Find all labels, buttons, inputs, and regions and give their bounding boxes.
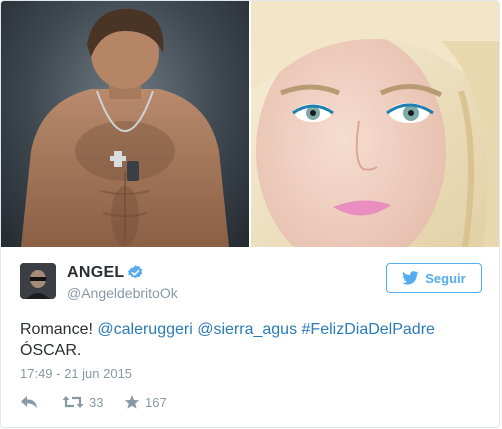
tweet-signature: ÓSCAR. xyxy=(20,342,82,359)
blonde-woman-image xyxy=(251,1,499,247)
author-name[interactable]: ANGEL xyxy=(67,264,125,282)
reply-icon xyxy=(21,396,37,408)
follow-button-label: Seguir xyxy=(425,270,466,286)
author-handle[interactable]: @AngeldebritoOk xyxy=(67,285,178,301)
hashtag-link[interactable]: #FelizDiaDelPadre xyxy=(302,321,435,338)
tweet-text-intro: Romance! xyxy=(20,321,93,338)
favorite-count: 167 xyxy=(145,394,167,410)
reply-button[interactable] xyxy=(20,395,62,409)
tweet-photos xyxy=(1,1,499,247)
tweet-photo-right[interactable] xyxy=(251,1,499,247)
tweet-photo-left[interactable] xyxy=(1,1,249,247)
shirtless-man-image xyxy=(21,8,229,247)
tweet-actions: 33 167 xyxy=(20,393,184,411)
favorite-button[interactable]: 167 xyxy=(124,394,184,410)
mention-link[interactable]: @caleruggeri xyxy=(97,321,192,338)
twitter-bird-icon xyxy=(402,271,419,285)
mention-link[interactable]: @sierra_agus xyxy=(197,321,297,338)
author-avatar[interactable] xyxy=(20,263,56,299)
verified-badge-icon xyxy=(128,265,143,279)
follow-button[interactable]: Seguir xyxy=(386,263,482,293)
star-icon xyxy=(124,395,140,409)
embedded-tweet-card: ANGEL @AngeldebritoOk Seguir Romance! @c… xyxy=(0,0,500,428)
avatar-image xyxy=(20,263,56,299)
retweet-count: 33 xyxy=(89,394,104,410)
tweet-timestamp[interactable]: 17:49 - 21 jun 2015 xyxy=(20,366,132,381)
retweet-button[interactable]: 33 xyxy=(62,395,124,410)
retweet-icon xyxy=(62,396,84,408)
tweet-text: Romance! @caleruggeri @sierra_agus #Feli… xyxy=(20,319,480,361)
